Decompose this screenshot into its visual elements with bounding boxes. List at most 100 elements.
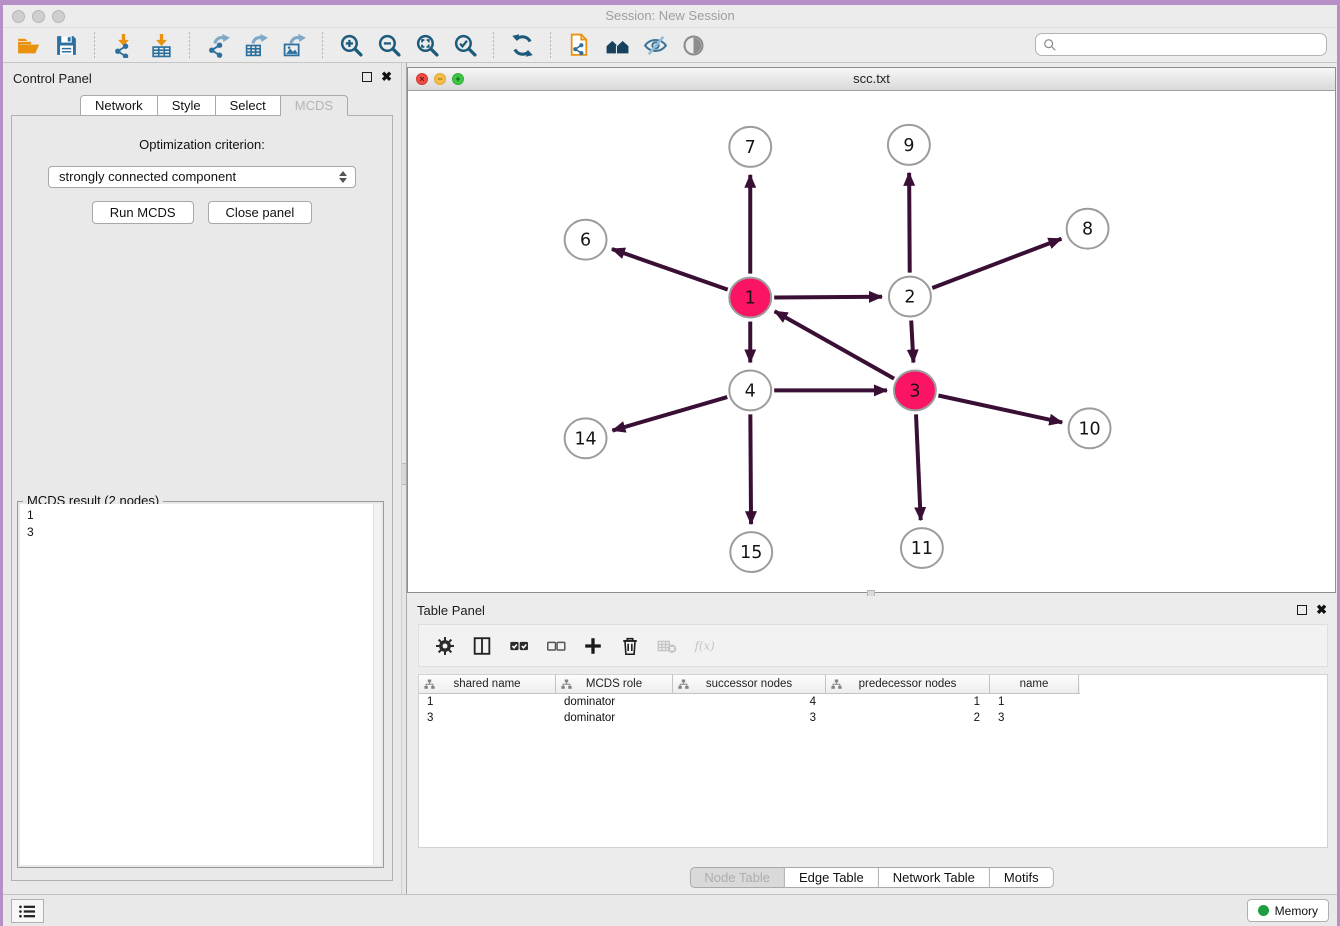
float-table-panel-icon[interactable] <box>1297 605 1307 615</box>
export-table-button[interactable] <box>237 30 275 61</box>
column-header-name[interactable]: name <box>990 675 1079 693</box>
delete-table-button[interactable] <box>652 629 682 663</box>
cell-successor-nodes[interactable]: 3 <box>673 710 826 726</box>
table-toolbar-items: f(x) <box>418 624 1328 667</box>
tab-network[interactable]: Network <box>80 95 158 116</box>
search-input[interactable] <box>1062 37 1319 52</box>
zoom-selected-button[interactable] <box>446 30 484 61</box>
column-header-mcds-role[interactable]: MCDS role <box>556 675 673 693</box>
graph-node-4[interactable]: 4 <box>729 370 771 410</box>
graph-node-3[interactable]: 3 <box>894 370 936 410</box>
cell-mcds-role[interactable]: dominator <box>556 710 673 726</box>
zoom-out-button[interactable] <box>370 30 408 61</box>
export-image-button[interactable] <box>275 30 313 61</box>
table-settings-gear-button[interactable] <box>430 629 460 663</box>
maximize-window-icon[interactable] <box>52 10 65 23</box>
zoom-fit-button[interactable] <box>408 30 446 61</box>
column-type-icon <box>561 679 572 690</box>
column-header-successor-nodes[interactable]: successor nodes <box>673 675 826 693</box>
network-maximize-icon[interactable]: + <box>452 73 464 85</box>
graph-node-7[interactable]: 7 <box>729 127 771 167</box>
close-window-icon[interactable] <box>12 10 25 23</box>
cell-mcds-role[interactable]: dominator <box>556 694 673 710</box>
mcds-result-area[interactable]: 13 <box>20 504 381 865</box>
cell-shared-name[interactable]: 3 <box>419 710 556 726</box>
mcds-panel: Optimization criterion: strongly connect… <box>11 115 393 881</box>
close-panel-icon[interactable]: ✖ <box>381 72 392 82</box>
graph-node-1[interactable]: 1 <box>729 278 771 318</box>
result-scrollbar[interactable] <box>373 504 381 865</box>
graph-node-2[interactable]: 2 <box>889 277 931 317</box>
graph-node-9[interactable]: 9 <box>888 125 930 165</box>
open-session-button[interactable] <box>9 30 47 61</box>
optimization-criterion-select[interactable]: strongly connected component <box>48 166 356 188</box>
tab-style[interactable]: Style <box>158 95 216 116</box>
unselect-all-columns-button[interactable] <box>541 629 571 663</box>
window-title: Session: New Session <box>3 5 1337 27</box>
column-header-predecessor-nodes[interactable]: predecessor nodes <box>826 675 990 693</box>
cell-successor-nodes[interactable]: 4 <box>673 694 826 710</box>
import-network-button[interactable] <box>104 30 142 61</box>
minimize-window-icon[interactable] <box>32 10 45 23</box>
column-header-shared-name[interactable]: shared name <box>419 675 556 693</box>
select-all-columns-button[interactable] <box>504 629 534 663</box>
refresh-layout-button[interactable] <box>503 30 541 61</box>
cell-shared-name[interactable]: 1 <box>419 694 556 710</box>
function-builder-icon: f(x) <box>693 635 715 657</box>
graph-edge-3-1[interactable] <box>775 311 894 378</box>
search-box[interactable] <box>1035 33 1327 56</box>
graph-edge-4-14[interactable] <box>612 397 727 430</box>
network-close-icon[interactable]: × <box>416 73 428 85</box>
tab-mcds[interactable]: MCDS <box>281 95 348 116</box>
svg-text:3: 3 <box>909 381 920 401</box>
import-table-button[interactable] <box>142 30 180 61</box>
graph-node-10[interactable]: 10 <box>1069 408 1111 448</box>
graph-edge-1-2[interactable] <box>774 297 882 298</box>
task-history-button[interactable] <box>11 899 44 923</box>
table-row[interactable]: 3dominator323 <box>419 710 1327 726</box>
graph-node-11[interactable]: 11 <box>901 528 943 568</box>
function-builder-button[interactable]: f(x) <box>689 629 719 663</box>
graph-edge-4-15[interactable] <box>750 414 751 524</box>
table-row[interactable]: 1dominator411 <box>419 694 1327 710</box>
close-panel-button[interactable]: Close panel <box>208 201 313 224</box>
tab-network-table[interactable]: Network Table <box>879 867 990 888</box>
graph-edge-2-9[interactable] <box>909 173 910 273</box>
run-mcds-button[interactable]: Run MCDS <box>92 201 194 224</box>
close-table-panel-icon[interactable]: ✖ <box>1316 605 1327 615</box>
zoom-in-button[interactable] <box>332 30 370 61</box>
tab-node-table[interactable]: Node Table <box>689 867 785 888</box>
delete-columns-button[interactable] <box>615 629 645 663</box>
float-panel-icon[interactable] <box>362 72 372 82</box>
hide-selected-button[interactable] <box>636 30 674 61</box>
graph-edge-3-10[interactable] <box>938 395 1062 422</box>
memory-button[interactable]: Memory <box>1247 899 1329 922</box>
unselect-all-columns-icon <box>545 635 567 657</box>
graph-edge-2-3[interactable] <box>911 321 913 363</box>
export-network-button[interactable] <box>199 30 237 61</box>
graph-edge-1-6[interactable] <box>612 249 728 290</box>
cell-predecessor-nodes[interactable]: 2 <box>826 710 990 726</box>
network-minimize-icon[interactable]: − <box>434 73 446 85</box>
graph-edge-2-8[interactable] <box>932 239 1061 288</box>
graph-node-8[interactable]: 8 <box>1067 209 1109 249</box>
show-hidden-button[interactable] <box>674 30 712 61</box>
graph-node-14[interactable]: 14 <box>565 418 607 458</box>
graph-node-15[interactable]: 15 <box>730 532 772 572</box>
network-from-file-button[interactable] <box>560 30 598 61</box>
tab-motifs[interactable]: Motifs <box>990 867 1054 888</box>
first-neighbors-button[interactable] <box>598 30 636 61</box>
cell-predecessor-nodes[interactable]: 1 <box>826 694 990 710</box>
cell-name[interactable]: 3 <box>990 710 1079 726</box>
tab-edge-table[interactable]: Edge Table <box>785 867 879 888</box>
create-new-column-button[interactable] <box>578 629 608 663</box>
cell-name[interactable]: 1 <box>990 694 1079 710</box>
import-network-icon <box>111 33 136 58</box>
graph-node-6[interactable]: 6 <box>565 220 607 260</box>
save-session-button[interactable] <box>47 30 85 61</box>
network-canvas[interactable]: 7 9 6 8 1 2 4 3 14 10 15 11 <box>408 91 1335 592</box>
network-from-file-icon <box>567 33 592 58</box>
column-view-mode-button[interactable] <box>467 629 497 663</box>
graph-edge-3-11[interactable] <box>916 414 921 520</box>
tab-select[interactable]: Select <box>216 95 281 116</box>
